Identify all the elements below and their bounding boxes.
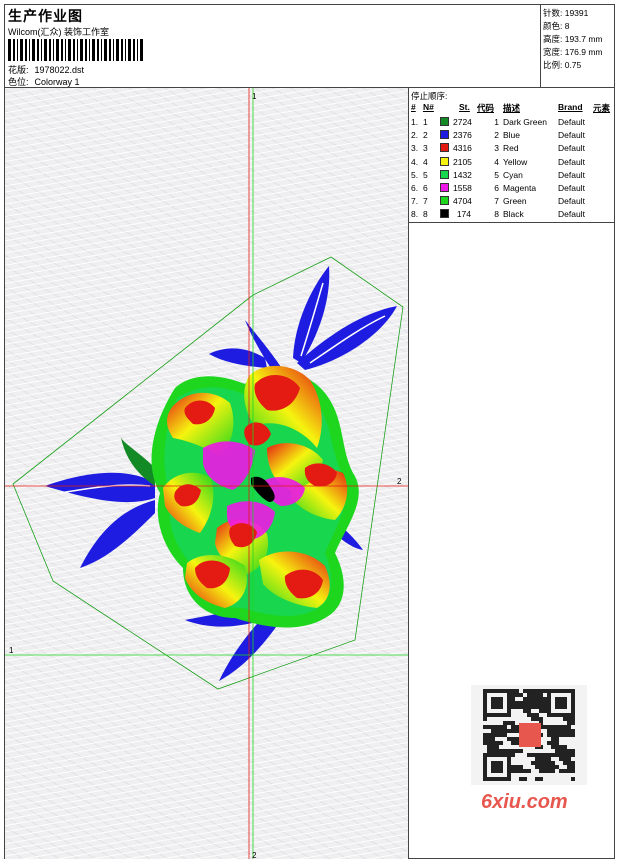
axis-h-left-label: 1 <box>9 646 14 655</box>
row-brand: Default <box>558 183 585 193</box>
row-stitches: 1558 <box>453 183 472 193</box>
row-index: 1. <box>411 117 419 127</box>
color-swatch <box>440 143 449 153</box>
row-code: 5 <box>494 169 499 180</box>
color-swatch <box>440 183 449 192</box>
color-row: 4. 4 2105 4 Yellow Default <box>409 156 615 169</box>
row-description: Green <box>503 196 527 207</box>
stop-sequence-header: 停止顺序: <box>411 91 448 101</box>
col-element: 元素 <box>593 103 611 113</box>
row-stitches: 4704 <box>453 196 472 207</box>
row-brand: Default <box>558 196 585 207</box>
row-brand: Default <box>558 209 585 220</box>
row-needle: 8 <box>423 209 428 220</box>
color-row: 3. 3 4316 3 Red Default <box>409 142 615 155</box>
design-width: 宽度: 176.9 mm <box>543 47 603 57</box>
color-row: 6. 6 1558 6 Magenta Default <box>409 182 615 195</box>
row-description: Yellow <box>503 156 528 167</box>
colorway-value: Colorway 1 <box>34 77 80 87</box>
row-needle: 1 <box>423 117 428 127</box>
row-description: Black <box>503 209 524 220</box>
col-needle: N# <box>423 102 434 112</box>
axis-v-top-label: 1 <box>252 92 257 101</box>
row-description: Blue <box>503 130 521 141</box>
row-index: 2. <box>411 130 419 141</box>
color-row: 8. 8 174 8 Black Default <box>409 208 615 221</box>
sheet-header: 生产作业图 Wilcom(汇众) 装饰工作室 花版: 1978022.dst 色… <box>5 5 614 88</box>
color-swatch <box>440 117 449 126</box>
row-description: Dark Green <box>503 117 547 127</box>
row-needle: 7 <box>423 196 428 207</box>
row-code: 8 <box>494 209 499 220</box>
design-canvas: 1 2 1 2 <box>5 88 409 859</box>
row-needle: 5 <box>423 169 428 180</box>
row-stitches: 2105 <box>453 156 472 167</box>
row-description: Magenta <box>503 183 537 193</box>
row-index: 3. <box>411 143 419 154</box>
row-code: 4 <box>494 156 499 167</box>
row-index: 7. <box>411 196 419 207</box>
row-stitches: 4316 <box>453 143 472 154</box>
row-description: Red <box>503 143 519 154</box>
color-row: 2. 2 2376 2 Blue Default <box>409 129 615 142</box>
color-swatch <box>440 209 449 219</box>
barcode <box>8 39 143 61</box>
stop-sequence-panel: 停止顺序: # N# St. 代码 描述 Brand 元素 1. 1 2724 1 Da… <box>409 88 615 223</box>
color-row: 5. 5 1432 5 Cyan Default <box>409 169 615 182</box>
row-index: 4. <box>411 156 419 167</box>
design-height: 高度: 193.7 mm <box>543 34 603 44</box>
left-leaves <box>45 438 155 568</box>
color-row: 1. 1 2724 1 Dark Green Default <box>409 116 615 129</box>
color-swatch <box>440 196 449 206</box>
color-row: 7. 7 4704 7 Green Default <box>409 195 615 208</box>
row-brand: Default <box>558 156 585 167</box>
colorway-row: 色位: Colorway 1 <box>8 75 80 88</box>
col-code: 代码 <box>477 103 495 113</box>
design-scale: 比例: 0.75 <box>543 60 582 70</box>
production-sheet: 生产作业图 Wilcom(汇众) 装饰工作室 花版: 1978022.dst 色… <box>4 4 615 859</box>
qr-seal <box>519 723 541 747</box>
row-index: 5. <box>411 169 419 180</box>
row-needle: 3 <box>423 143 428 154</box>
color-count: 颜色: 8 <box>543 21 570 31</box>
axis-h-right-label: 2 <box>397 477 402 486</box>
row-code: 1 <box>494 117 499 127</box>
row-stitches: 2724 <box>453 117 472 127</box>
col-description: 描述 <box>503 103 521 113</box>
row-needle: 4 <box>423 156 428 167</box>
row-brand: Default <box>558 117 585 127</box>
col-stitches: St. <box>459 102 470 112</box>
row-code: 2 <box>494 130 499 141</box>
col-brand: Brand <box>558 102 583 112</box>
site-watermark: 6xiu.com <box>481 791 568 813</box>
design-file-value: 1978022.dst <box>34 65 85 75</box>
row-index: 8. <box>411 209 419 220</box>
color-swatch <box>440 169 449 179</box>
col-index: # <box>411 102 416 112</box>
row-stitches: 174 <box>456 209 471 220</box>
row-code: 6 <box>494 183 499 193</box>
sheet-title: 生产作业图 <box>8 8 83 24</box>
row-needle: 6 <box>423 183 428 193</box>
embroidery-artwork <box>5 88 408 859</box>
color-swatch <box>440 130 449 140</box>
axis-v-bottom-label: 2 <box>252 851 257 859</box>
row-description: Cyan <box>503 169 523 180</box>
row-brand: Default <box>558 130 585 141</box>
row-code: 3 <box>494 143 499 154</box>
row-needle: 2 <box>423 130 428 141</box>
row-brand: Default <box>558 143 585 154</box>
stats-panel: 针数: 19391 颜色: 8 高度: 193.7 mm 宽度: 176.9 m… <box>540 5 615 87</box>
color-swatch <box>440 156 449 166</box>
row-brand: Default <box>558 169 585 180</box>
row-stitches: 2376 <box>453 130 472 141</box>
colorway-label: 色位: <box>8 77 29 87</box>
company-name: Wilcom(汇众) 装饰工作室 <box>8 27 109 37</box>
qr-code <box>471 685 587 785</box>
row-code: 7 <box>494 196 499 207</box>
stitch-count: 针数: 19391 <box>543 8 589 18</box>
row-index: 6. <box>411 183 419 193</box>
row-stitches: 1432 <box>453 169 472 180</box>
